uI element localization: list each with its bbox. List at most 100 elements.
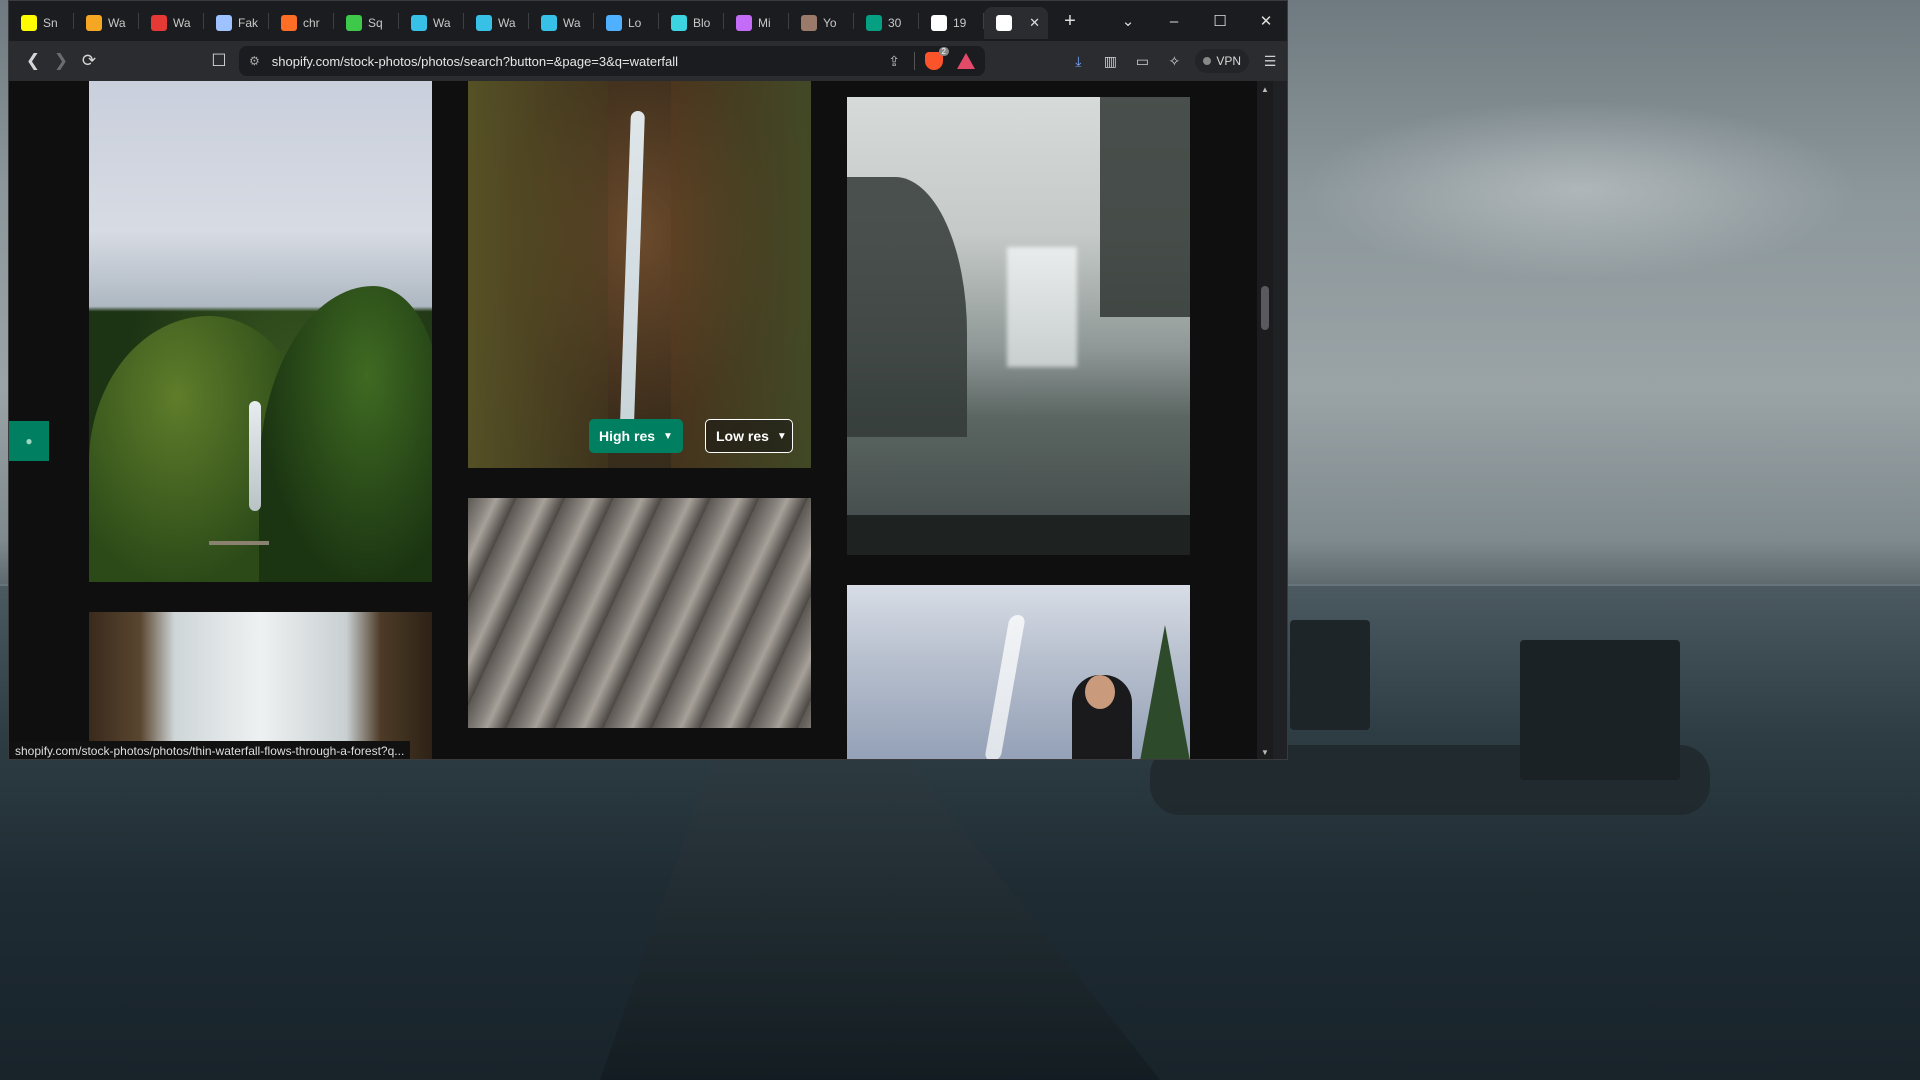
window-controls: ⌄ – ☐ ✕ bbox=[1105, 12, 1287, 31]
menu-icon[interactable]: ☰ bbox=[1259, 50, 1281, 72]
tab-label: Sq bbox=[368, 16, 383, 30]
browser-tab[interactable]: 30 bbox=[854, 7, 918, 39]
tab-label: Mi bbox=[758, 16, 771, 30]
copilot-icon bbox=[736, 15, 752, 31]
forward-button[interactable]: ❯ bbox=[47, 47, 75, 75]
b-bold-icon bbox=[996, 15, 1012, 31]
address-bar[interactable]: ⚙ shopify.com/stock-photos/photos/search… bbox=[239, 46, 985, 76]
brave-shields-icon[interactable]: 2 bbox=[925, 47, 949, 70]
browser-tab[interactable]: Mi bbox=[724, 7, 788, 39]
scroll-thumb[interactable] bbox=[1261, 286, 1269, 330]
sidebar-toggle-icon[interactable]: ▥ bbox=[1099, 50, 1121, 72]
scroll-up-icon[interactable]: ▲ bbox=[1261, 85, 1269, 94]
browser-tab[interactable]: 19 bbox=[919, 7, 983, 39]
browser-tab[interactable]: Blo bbox=[659, 7, 723, 39]
wallet-icon[interactable]: ▭ bbox=[1131, 50, 1153, 72]
tab-label: Wa bbox=[433, 16, 451, 30]
gitlab-icon bbox=[281, 15, 297, 31]
hd-icon bbox=[86, 15, 102, 31]
close-tab-icon[interactable]: ✕ bbox=[1029, 15, 1040, 31]
browser-tab[interactable]: ✕ bbox=[984, 7, 1048, 39]
cloud-icon bbox=[606, 15, 622, 31]
photo-detail bbox=[1100, 97, 1190, 317]
browser-toolbar: ❮ ❯ ⟳ ☐ ⚙ shopify.com/stock-photos/photo… bbox=[9, 41, 1287, 81]
reload-button[interactable]: ⟳ bbox=[75, 47, 103, 75]
tab-list-icon[interactable]: ⌄ bbox=[1105, 12, 1151, 30]
photo-rock-texture[interactable] bbox=[468, 498, 811, 728]
tab-label: chr bbox=[303, 16, 320, 30]
vpn-button[interactable]: VPN bbox=[1195, 49, 1249, 73]
minimize-button[interactable]: – bbox=[1151, 13, 1197, 30]
scroll-down-icon[interactable]: ▼ bbox=[1261, 748, 1269, 757]
share-icon[interactable]: ⇪ bbox=[888, 53, 900, 70]
browser-tab[interactable]: Sn bbox=[9, 7, 73, 39]
vertical-scrollbar[interactable]: ▲ ▼ bbox=[1257, 81, 1273, 759]
tab-label: Fak bbox=[238, 16, 259, 30]
photo-detail bbox=[1007, 247, 1077, 367]
high-res-download-button[interactable]: High res ▼ bbox=[589, 419, 683, 453]
toolbar-right-icons: ⤓ ▥ ▭ ✧ VPN ☰ bbox=[1067, 49, 1281, 73]
browser-tab[interactable]: Lo bbox=[594, 7, 658, 39]
bookmark-icon[interactable]: ☐ bbox=[205, 47, 233, 75]
maximize-button[interactable]: ☐ bbox=[1197, 12, 1243, 30]
vpn-status-icon bbox=[1203, 57, 1212, 65]
site-settings-icon[interactable]: ⚙ bbox=[249, 54, 260, 68]
document-icon bbox=[216, 15, 232, 31]
urlbar-divider bbox=[914, 52, 915, 70]
tab-label: Wa bbox=[563, 16, 581, 30]
tab-label: Wa bbox=[498, 16, 516, 30]
tab-label: Wa bbox=[173, 16, 191, 30]
link-status-bar: shopify.com/stock-photos/photos/thin-wat… bbox=[9, 741, 411, 759]
photo-detail bbox=[468, 81, 608, 468]
download-icon[interactable]: ⤓ bbox=[1067, 50, 1089, 72]
photo-detail bbox=[209, 541, 269, 555]
tab-label: 19 bbox=[953, 16, 967, 30]
px-icon bbox=[866, 15, 882, 31]
close-window-button[interactable]: ✕ bbox=[1243, 12, 1287, 30]
browser-tab[interactable]: Wa bbox=[529, 7, 593, 39]
browser-tab[interactable]: Yo bbox=[789, 7, 853, 39]
browser-tab[interactable]: Fak bbox=[204, 7, 268, 39]
low-res-label: Low res bbox=[716, 428, 769, 444]
tab-label: Blo bbox=[693, 16, 711, 30]
browser-tab[interactable]: Wa bbox=[464, 7, 528, 39]
new-tab-button[interactable]: + bbox=[1054, 10, 1086, 33]
page-content: High res ▼ Low res ▼ ● ▲ ▼ shopify.com/s… bbox=[9, 81, 1273, 759]
high-res-label: High res bbox=[599, 428, 656, 444]
url-text[interactable]: shopify.com/stock-photos/photos/search?b… bbox=[272, 54, 889, 69]
photo-detail bbox=[847, 177, 967, 437]
photo-wide-waterfall[interactable] bbox=[89, 612, 432, 759]
photo-detail bbox=[619, 111, 645, 451]
browser-tab[interactable]: Sq bbox=[334, 7, 398, 39]
tab-label: Yo bbox=[823, 16, 837, 30]
photo-detail bbox=[847, 515, 1190, 555]
low-res-download-button[interactable]: Low res ▼ bbox=[705, 419, 793, 453]
browser-tab[interactable]: Wa bbox=[139, 7, 203, 39]
wallpaper-cloud bbox=[1300, 100, 1860, 280]
photo-avatar-icon bbox=[801, 15, 817, 31]
feedback-tab[interactable]: ● bbox=[9, 421, 49, 461]
photo-canyon-waterfall[interactable] bbox=[468, 81, 811, 468]
photo-yosemite-hiker[interactable] bbox=[847, 585, 1190, 759]
chevron-down-icon: ▼ bbox=[663, 430, 673, 442]
tab-label: Wa bbox=[108, 16, 126, 30]
info-icon: ● bbox=[25, 434, 33, 448]
photo-thin-waterfall-forest[interactable] bbox=[89, 81, 432, 582]
browser-tab[interactable]: Wa bbox=[74, 7, 138, 39]
browser-tab[interactable]: Wa bbox=[399, 7, 463, 39]
browser-tab[interactable]: chr bbox=[269, 7, 333, 39]
back-button[interactable]: ❮ bbox=[19, 47, 47, 75]
tab-label: Lo bbox=[628, 16, 642, 30]
photo-detail bbox=[1085, 675, 1115, 709]
photo-detail bbox=[984, 615, 1026, 759]
leo-ai-icon[interactable]: ✧ bbox=[1163, 50, 1185, 72]
wallpaper-post bbox=[1520, 640, 1680, 780]
photo-detail bbox=[1140, 625, 1190, 759]
browser-window: Sn Wa Wa Fak chr Sq Wa Wa Wa Lo Blo Mi Yo 30 19 ✕ + ⌄ – … bbox=[8, 0, 1288, 760]
tab-label: 30 bbox=[888, 16, 902, 30]
brave-rewards-icon[interactable] bbox=[957, 53, 975, 69]
shields-count-badge: 2 bbox=[938, 47, 949, 56]
photo-misty-waterfall[interactable] bbox=[847, 97, 1190, 555]
vpn-label: VPN bbox=[1216, 54, 1241, 68]
photo-detail bbox=[249, 401, 261, 511]
